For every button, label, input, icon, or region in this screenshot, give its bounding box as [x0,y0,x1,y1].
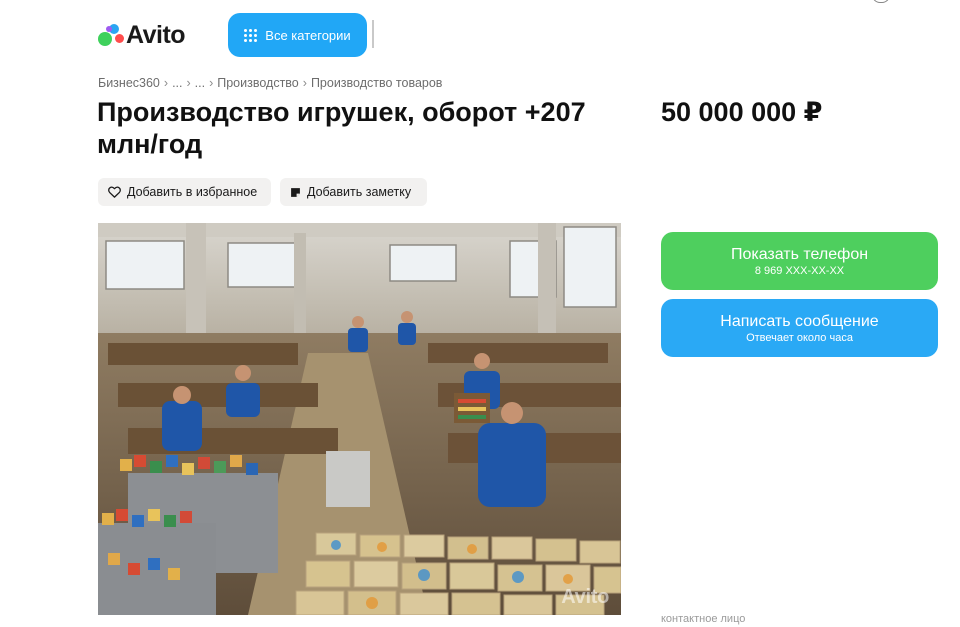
partial-icon [872,0,890,3]
breadcrumb-separator: › [302,76,307,90]
all-categories-button[interactable]: Все категории [228,13,367,57]
breadcrumb-item-business360[interactable]: Бизнес360 [98,76,160,90]
all-categories-label: Все категории [265,27,351,43]
breadcrumb-item-production[interactable]: Производство [217,76,299,90]
breadcrumb-separator: › [209,76,214,90]
masked-phone-number: 8 969 XXX-XX-XX [754,264,845,277]
response-time-text: Отвечает около часа [746,331,853,344]
heart-icon [108,186,121,198]
breadcrumb: Бизнес360 › ... › ... › Производство › П… [98,76,442,90]
write-message-label: Написать сообщение [720,312,879,330]
add-note-button[interactable]: Добавить заметку [280,178,427,206]
listing-photo[interactable]: Avito [98,223,621,615]
listing-page: Avito Все категории Бизнес360 › ... › ..… [0,0,960,627]
breadcrumb-item-goods-production[interactable]: Производство товаров [311,76,443,90]
note-icon [291,187,300,197]
show-phone-label: Показать телефон [730,245,869,263]
logo-dots-icon [98,23,124,47]
show-phone-button[interactable]: Показать телефон 8 969 XXX-XX-XX [661,232,938,290]
add-to-favorites-label: Добавить в избранное [127,185,258,199]
add-note-label: Добавить заметку [307,185,412,199]
breadcrumb-item-collapsed-1[interactable]: ... [172,76,182,90]
contact-person-label: контактное лицо [661,613,746,625]
write-message-button[interactable]: Написать сообщение Отвечает около часа [661,299,938,357]
search-input-edge[interactable] [372,20,374,48]
grid-dots-icon [244,28,258,42]
avito-logo[interactable]: Avito [98,20,186,49]
listing-price: 50 000 000 ₽ [661,97,823,127]
breadcrumb-item-collapsed-2[interactable]: ... [195,76,205,90]
photo-watermark: Avito [561,586,609,608]
logo-text: Avito [126,20,186,49]
add-to-favorites-button[interactable]: Добавить в избранное [98,178,271,206]
breadcrumb-separator: › [163,76,169,90]
factory-photo-illustration [98,223,621,615]
breadcrumb-separator: › [186,76,191,90]
listing-title: Производство игрушек, оборот +207 млн/го… [97,97,586,159]
